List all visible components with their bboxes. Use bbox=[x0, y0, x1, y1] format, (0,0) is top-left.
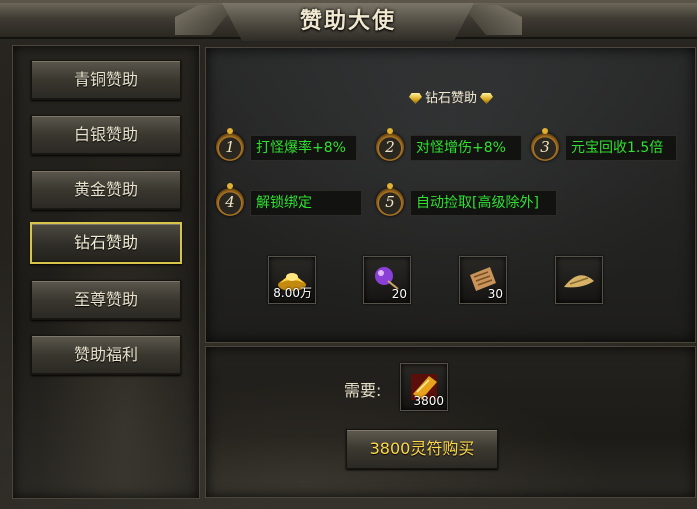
perk-badge: 3 bbox=[531, 128, 559, 161]
cost-amount: 3800 bbox=[413, 394, 444, 408]
cost-item-slot[interactable]: 3800 bbox=[400, 363, 448, 411]
perk-badge: 4 bbox=[216, 183, 244, 216]
window-title: 赞助大使 bbox=[299, 9, 396, 34]
reward-slot-3[interactable]: 30 bbox=[459, 256, 507, 304]
reward-count: 30 bbox=[487, 287, 503, 301]
buy-button[interactable]: 3800灵符购买 bbox=[346, 429, 498, 469]
reward-slot-2[interactable]: 20 bbox=[363, 256, 411, 304]
perk-text: 自动捡取[高级除外] bbox=[410, 190, 557, 216]
gem-icon bbox=[480, 93, 493, 104]
perks-panel: 钻石赞助 1 打怪爆率+8% 2 对怪增伤+8% 3 元宝回收1.5倍 4 解锁… bbox=[205, 47, 696, 343]
tab-diamond[interactable]: 钻石赞助 bbox=[30, 222, 182, 264]
straw-hat-icon bbox=[564, 275, 594, 288]
gem-icon bbox=[408, 93, 422, 104]
reward-slot-4[interactable] bbox=[555, 256, 603, 304]
tier-title-text: 钻石赞助 bbox=[424, 91, 477, 106]
tab-supreme[interactable]: 至尊赞助 bbox=[31, 280, 181, 320]
perk-badge: 2 bbox=[376, 128, 404, 161]
tab-bronze[interactable]: 青铜赞助 bbox=[31, 60, 181, 100]
reward-slot-1[interactable]: 8.00万 bbox=[268, 256, 316, 304]
perk-text: 解锁绑定 bbox=[250, 190, 362, 216]
tab-silver[interactable]: 白银赞助 bbox=[31, 115, 181, 155]
tab-welfare[interactable]: 赞助福利 bbox=[31, 335, 181, 375]
purchase-panel: 需要: 3800 3800灵符购买 bbox=[205, 346, 696, 498]
tab-panel: 青铜赞助 白银赞助 黄金赞助 钻石赞助 至尊赞助 赞助福利 bbox=[12, 45, 200, 499]
perk-text: 对怪增伤+8% bbox=[410, 135, 522, 161]
tier-title: 钻石赞助 bbox=[376, 90, 526, 108]
perk-text: 元宝回收1.5倍 bbox=[565, 135, 677, 161]
perk-text: 打怪爆率+8% bbox=[250, 135, 357, 161]
sponsor-window: 赞助大使 青铜赞助 白银赞助 黄金赞助 钻石赞助 至尊赞助 赞助福利 钻石赞助 … bbox=[0, 0, 697, 509]
tab-gold[interactable]: 黄金赞助 bbox=[31, 170, 181, 210]
cost-label: 需要: bbox=[344, 381, 382, 400]
reward-count: 20 bbox=[391, 287, 407, 301]
perk-badge: 1 bbox=[216, 128, 244, 161]
reward-count: 8.00万 bbox=[273, 286, 312, 300]
perk-badge: 5 bbox=[376, 183, 404, 216]
